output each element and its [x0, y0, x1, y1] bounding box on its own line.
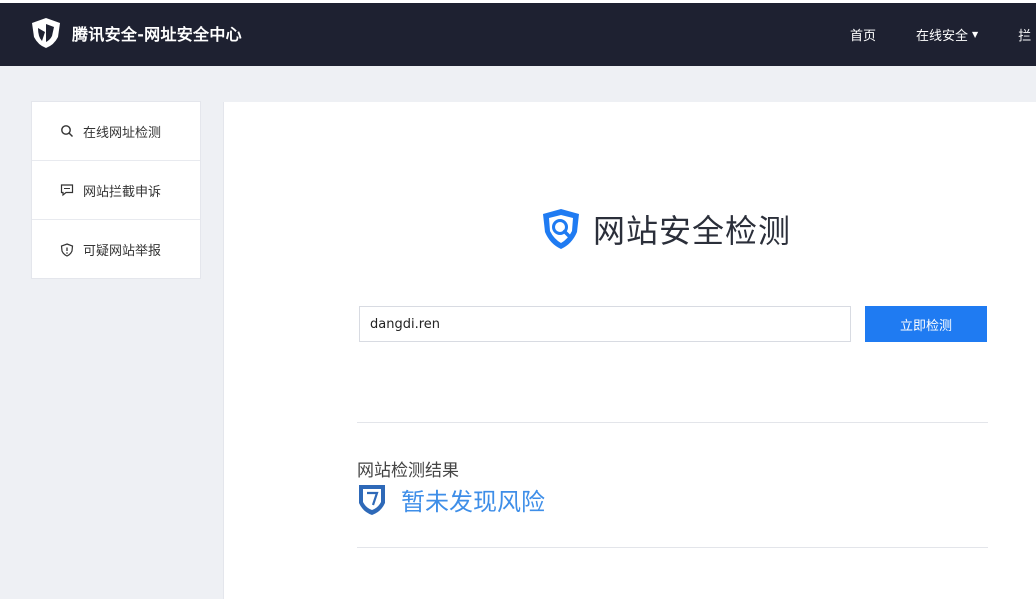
check-now-button[interactable]: 立即检测: [865, 306, 987, 342]
chat-icon: [60, 184, 74, 197]
page-title: 网站安全检测: [593, 212, 792, 250]
result-status: 暂未发现风险: [357, 482, 545, 517]
sidebar: 在线网址检测 网站拦截申诉 可疑网站举报: [31, 101, 201, 279]
url-input[interactable]: [359, 306, 851, 342]
sidebar-item-appeal[interactable]: 网站拦截申诉: [32, 161, 200, 220]
brand-title: 腾讯安全-网址安全中心: [72, 25, 242, 44]
top-navigation-bar: 腾讯安全-网址安全中心 首页 在线安全 ▼ 拦: [0, 0, 1036, 66]
page-heading: 网站安全检测: [539, 206, 791, 252]
shield-alert-icon: [60, 242, 74, 257]
divider: [357, 422, 988, 423]
sidebar-item-url-check[interactable]: 在线网址检测: [32, 102, 200, 161]
nav-online-security[interactable]: 在线安全 ▼: [916, 25, 978, 44]
nav-home[interactable]: 首页: [850, 25, 876, 44]
search-icon: [61, 125, 73, 137]
sidebar-item-label: 在线网址检测: [83, 125, 162, 141]
brand[interactable]: 腾讯安全-网址安全中心: [28, 15, 242, 51]
result-label: 网站检测结果: [357, 461, 459, 481]
nav-online-security-label: 在线安全: [916, 29, 969, 44]
main-panel: 网站安全检测 立即检测 网站检测结果 暂未发现风险: [223, 102, 1036, 599]
nav-item-truncated[interactable]: 拦: [1018, 25, 1031, 44]
tencent-security-logo-icon: [32, 18, 60, 48]
safe-shield-icon: [359, 484, 385, 515]
divider: [357, 547, 988, 548]
shield-search-icon: [543, 209, 579, 249]
caret-down-icon: ▼: [972, 30, 979, 39]
sidebar-item-label: 网站拦截申诉: [83, 184, 162, 200]
main-nav: 首页 在线安全 ▼ 拦: [850, 3, 1031, 66]
sidebar-item-label: 可疑网站举报: [83, 244, 162, 259]
sidebar-item-report[interactable]: 可疑网站举报: [32, 220, 200, 279]
result-status-text: 暂未发现风险: [401, 488, 545, 516]
